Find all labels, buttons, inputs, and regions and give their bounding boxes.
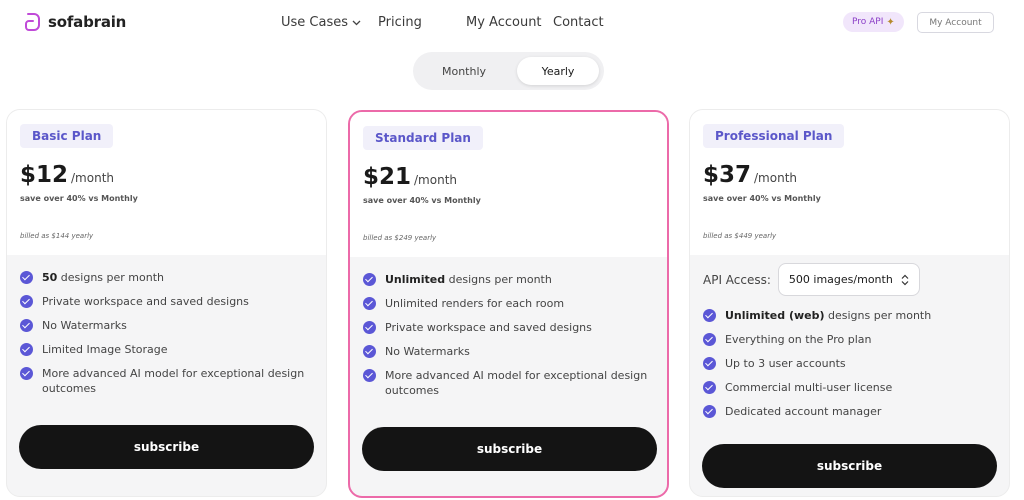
check-icon [363, 273, 376, 286]
feature-item: No Watermarks [20, 318, 310, 333]
check-icon [20, 295, 33, 308]
feature-text: More advanced AI model for exceptional d… [42, 367, 305, 395]
plan-card-professional: Professional Plan $37 /month save over 4… [689, 109, 1010, 497]
plan-card-standard: Standard Plan $21 /month save over 40% v… [348, 110, 669, 498]
feature-list: Unlimited designs per month Unlimited re… [363, 272, 653, 407]
feature-item: Private workspace and saved designs [363, 320, 653, 335]
feature-highlight: Unlimited [385, 273, 446, 286]
savings-note: save over 40% vs Monthly [20, 194, 138, 203]
feature-item: 50 designs per month [20, 270, 310, 285]
check-icon [703, 333, 716, 346]
check-icon [363, 369, 376, 382]
feature-item: Unlimited (web) designs per month [703, 308, 993, 323]
feature-text: designs per month [824, 309, 932, 322]
pro-api-label: Pro API [852, 17, 884, 27]
feature-item: More advanced AI model for exceptional d… [20, 366, 310, 396]
my-account-button[interactable]: My Account [917, 12, 994, 33]
plan-name: Basic Plan [20, 124, 114, 148]
nav-pricing[interactable]: Pricing [378, 15, 422, 30]
price-unit: /month [71, 171, 115, 185]
check-icon [20, 271, 33, 284]
feature-item: Dedicated account manager [703, 404, 993, 419]
billed-note: billed as $249 yearly [363, 234, 437, 242]
price-amount: $21 [363, 164, 412, 190]
feature-text: Private workspace and saved designs [42, 295, 249, 308]
check-icon [363, 297, 376, 310]
billing-toggle: Monthly Yearly [413, 52, 604, 90]
feature-item: Commercial multi-user license [703, 380, 993, 395]
feature-text: designs per month [445, 273, 552, 286]
feature-item: More advanced AI model for exceptional d… [363, 368, 653, 398]
sofa-logo-icon [25, 13, 40, 31]
feature-item: Limited Image Storage [20, 342, 310, 357]
subscribe-button[interactable]: subscribe [702, 444, 997, 488]
feature-item: Unlimited renders for each room [363, 296, 653, 311]
plan-price: $12 /month [20, 162, 114, 188]
feature-text: No Watermarks [385, 345, 470, 358]
api-access-row: API Access: 500 images/month [703, 263, 920, 296]
feature-item: Unlimited designs per month [363, 272, 653, 287]
nav-use-cases[interactable]: Use Cases [281, 15, 361, 30]
toggle-monthly[interactable]: Monthly [423, 57, 505, 85]
plan-price: $37 /month [703, 162, 797, 188]
price-amount: $12 [20, 162, 69, 188]
api-access-label: API Access: [703, 272, 771, 287]
feature-item: No Watermarks [363, 344, 653, 359]
savings-note: save over 40% vs Monthly [703, 194, 821, 203]
feature-text: Up to 3 user accounts [725, 357, 846, 370]
logo-text: sofabrain [48, 13, 127, 31]
plan-card-basic: Basic Plan $12 /month save over 40% vs M… [6, 109, 327, 497]
check-icon [20, 343, 33, 356]
price-unit: /month [754, 171, 798, 185]
feature-item: Up to 3 user accounts [703, 356, 993, 371]
api-access-select[interactable]: 500 images/month [777, 263, 920, 296]
nav-my-account[interactable]: My Account [466, 15, 542, 30]
feature-highlight: Unlimited (web) [725, 309, 825, 322]
feature-list: 50 designs per month Private workspace a… [20, 270, 310, 405]
check-icon [20, 319, 33, 332]
plan-price: $21 /month [363, 164, 457, 190]
toggle-yearly[interactable]: Yearly [517, 57, 599, 85]
check-icon [703, 357, 716, 370]
price-unit: /month [414, 173, 458, 187]
plan-name: Standard Plan [363, 126, 483, 150]
check-icon [20, 367, 33, 380]
feature-text: Commercial multi-user license [725, 381, 893, 394]
check-icon [703, 309, 716, 322]
feature-text: Limited Image Storage [42, 343, 168, 356]
plan-name: Professional Plan [703, 124, 845, 148]
sparkle-icon: ✦ [886, 16, 895, 28]
pro-api-button[interactable]: Pro API ✦ [843, 12, 904, 32]
feature-text: No Watermarks [42, 319, 127, 332]
subscribe-button[interactable]: subscribe [362, 427, 657, 471]
nav-use-cases-label: Use Cases [281, 15, 349, 30]
logo[interactable]: sofabrain [24, 12, 126, 32]
feature-text: Everything on the Pro plan [725, 333, 872, 346]
check-icon [363, 345, 376, 358]
feature-text: designs per month [57, 271, 164, 284]
updown-chevron-icon [901, 274, 909, 285]
feature-item: Everything on the Pro plan [703, 332, 993, 347]
check-icon [703, 381, 716, 394]
billed-note: billed as $449 yearly [703, 232, 777, 240]
feature-item: Private workspace and saved designs [20, 294, 310, 309]
subscribe-button[interactable]: subscribe [19, 425, 314, 469]
check-icon [363, 321, 376, 334]
feature-list: Unlimited (web) designs per month Everyt… [703, 308, 993, 428]
feature-text: More advanced AI model for exceptional d… [385, 369, 648, 397]
feature-text: Unlimited renders for each room [385, 297, 565, 310]
price-amount: $37 [703, 162, 752, 188]
savings-note: save over 40% vs Monthly [363, 196, 481, 205]
feature-text: Dedicated account manager [725, 405, 882, 418]
feature-text: Private workspace and saved designs [385, 321, 592, 334]
api-access-value: 500 images/month [788, 273, 893, 286]
billed-note: billed as $144 yearly [20, 232, 94, 240]
check-icon [703, 405, 716, 418]
chevron-down-icon [352, 20, 361, 25]
feature-highlight: 50 [42, 271, 58, 284]
nav-contact[interactable]: Contact [553, 15, 604, 30]
